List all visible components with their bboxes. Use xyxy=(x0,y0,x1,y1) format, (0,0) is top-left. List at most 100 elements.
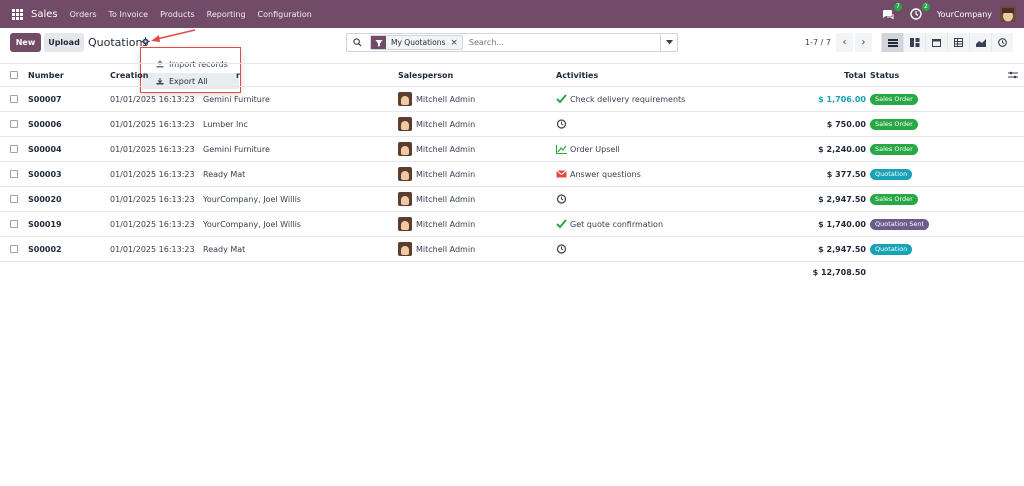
grand-total: $ 12,708.50 xyxy=(812,268,866,277)
facet-remove-icon[interactable]: × xyxy=(450,38,462,48)
header-customer[interactable]: r xyxy=(236,64,240,86)
pivot-view-button[interactable] xyxy=(947,33,969,52)
row-checkbox[interactable] xyxy=(10,237,18,261)
activity[interactable]: Answer questions xyxy=(556,162,641,186)
salesperson-avatar xyxy=(398,217,412,231)
header-total[interactable]: Total xyxy=(844,64,866,86)
row-checkbox[interactable] xyxy=(10,212,18,236)
pager-value[interactable]: 1-7 / 7 xyxy=(805,38,831,47)
select-all-checkbox[interactable] xyxy=(10,64,18,86)
activity[interactable] xyxy=(556,187,570,211)
order-number: S00020 xyxy=(28,194,62,204)
salesperson-name: Mitchell Admin xyxy=(416,219,476,229)
row-checkbox[interactable] xyxy=(10,137,18,161)
new-button[interactable]: New xyxy=(10,33,41,52)
salesperson: Mitchell Admin xyxy=(398,87,475,111)
table-row[interactable]: S00002 01/01/2025 16:13:23 Ready Mat Mit… xyxy=(0,237,1024,262)
header-salesperson[interactable]: Salesperson xyxy=(398,64,453,86)
table-row[interactable]: S00004 01/01/2025 16:13:23 Gemini Furnit… xyxy=(0,137,1024,162)
order-number: S00007 xyxy=(28,94,62,104)
row-checkbox[interactable] xyxy=(10,87,18,111)
customer-name: Ready Mat xyxy=(203,244,246,254)
salesperson-avatar xyxy=(398,242,412,256)
apps-grid-icon[interactable] xyxy=(12,8,23,20)
company-switcher[interactable]: YourCompany xyxy=(937,10,992,19)
salesperson: Mitchell Admin xyxy=(398,212,475,236)
pager-next-button[interactable]: › xyxy=(855,33,872,52)
status-label: Quotation xyxy=(870,243,913,255)
top-navbar: Sales Orders To Invoice Products Reporti… xyxy=(0,0,1024,28)
status-badge: Quotation Sent xyxy=(870,212,930,236)
menu-products[interactable]: Products xyxy=(160,10,195,19)
calendar-view-button[interactable] xyxy=(925,33,947,52)
customer-name: Gemini Furniture xyxy=(203,144,270,154)
activity[interactable] xyxy=(556,112,570,136)
salesperson-name: Mitchell Admin xyxy=(416,94,476,104)
row-checkbox[interactable] xyxy=(10,112,18,136)
upload-button[interactable]: Upload xyxy=(44,33,84,52)
status-label: Quotation xyxy=(870,168,913,180)
table-row[interactable]: S00019 01/01/2025 16:13:23 YourCompany, … xyxy=(0,212,1024,237)
salesperson-name: Mitchell Admin xyxy=(416,194,476,204)
menu-reporting[interactable]: Reporting xyxy=(207,10,246,19)
order-total: $ 2,947.50 xyxy=(818,194,866,204)
header-creation-date[interactable]: Creation xyxy=(110,64,148,86)
menu-to-invoice[interactable]: To Invoice xyxy=(109,10,149,19)
search-options-toggle[interactable] xyxy=(660,34,677,51)
row-checkbox[interactable] xyxy=(10,187,18,211)
table-row[interactable]: S00006 01/01/2025 16:13:23 Lumber Inc Mi… xyxy=(0,112,1024,137)
salesperson-name: Mitchell Admin xyxy=(416,244,476,254)
table-row[interactable]: S00020 01/01/2025 16:13:23 YourCompany, … xyxy=(0,187,1024,212)
activity[interactable]: Get quote confirmation xyxy=(556,212,663,236)
filter-icon xyxy=(371,36,386,49)
order-number: S00004 xyxy=(28,144,62,154)
header-status[interactable]: Status xyxy=(870,64,899,86)
creation-date: 01/01/2025 16:13:23 xyxy=(110,194,195,204)
status-label: Sales Order xyxy=(870,193,918,205)
order-total: $ 2,947.50 xyxy=(818,244,866,254)
order-number: S00003 xyxy=(28,169,62,179)
activity-view-button[interactable] xyxy=(991,33,1013,52)
optional-columns-toggle-icon[interactable] xyxy=(1008,64,1018,86)
list-view-button[interactable] xyxy=(881,33,903,52)
pager-previous-button[interactable]: ‹ xyxy=(836,33,853,52)
header-number[interactable]: Number xyxy=(28,64,64,86)
header-activities[interactable]: Activities xyxy=(556,64,598,86)
kanban-view-button[interactable] xyxy=(903,33,925,52)
search-input[interactable] xyxy=(468,38,649,47)
creation-date: 01/01/2025 16:13:23 xyxy=(110,94,195,104)
customer-name: Gemini Furniture xyxy=(203,94,270,104)
user-avatar[interactable] xyxy=(1000,6,1016,22)
table-header-row: Number Creation r Salesperson Activities… xyxy=(0,63,1024,87)
activities-badge: 2 xyxy=(922,3,930,11)
messages-icon[interactable]: 7 xyxy=(881,3,902,21)
status-badge: Sales Order xyxy=(870,87,918,111)
status-label: Quotation Sent xyxy=(870,218,930,230)
salesperson-avatar xyxy=(398,117,412,131)
salesperson: Mitchell Admin xyxy=(398,187,475,211)
creation-date: 01/01/2025 16:13:23 xyxy=(110,119,195,129)
customer-name: YourCompany, Joel Willis xyxy=(203,194,301,204)
menu-configuration[interactable]: Configuration xyxy=(258,10,312,19)
status-badge: Sales Order xyxy=(870,187,918,211)
creation-date: 01/01/2025 16:13:23 xyxy=(110,169,195,179)
table-row[interactable]: S00003 01/01/2025 16:13:23 Ready Mat Mit… xyxy=(0,162,1024,187)
search-icon[interactable] xyxy=(353,38,362,47)
check-icon xyxy=(556,219,567,229)
app-brand[interactable]: Sales xyxy=(31,9,58,20)
order-total: $ 750.00 xyxy=(826,119,866,129)
activity[interactable] xyxy=(556,237,570,261)
table-row[interactable]: S00007 01/01/2025 16:13:23 Gemini Furnit… xyxy=(0,87,1024,112)
order-total: $ 377.50 xyxy=(826,169,866,179)
activities-icon[interactable]: 2 xyxy=(909,3,930,21)
activity[interactable]: Order Upsell xyxy=(556,137,620,161)
menu-orders[interactable]: Orders xyxy=(70,10,97,19)
status-label: Sales Order xyxy=(870,143,918,155)
graph-view-button[interactable] xyxy=(969,33,991,52)
salesperson-avatar xyxy=(398,167,412,181)
row-checkbox[interactable] xyxy=(10,162,18,186)
order-total: $ 1,740.00 xyxy=(818,219,866,229)
customer-name: Lumber Inc xyxy=(203,119,248,129)
kanban-icon xyxy=(909,38,919,47)
activity[interactable]: Check delivery requirements xyxy=(556,87,685,111)
